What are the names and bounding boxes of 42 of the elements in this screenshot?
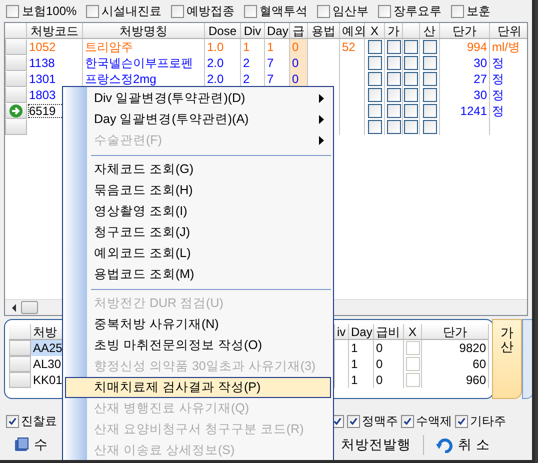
table-cell: 정 [490, 55, 527, 71]
table-cell: 정 [490, 71, 527, 87]
option-label: 진찰료 [21, 413, 57, 430]
table-cell: 한국넬슨이부프로펜 [83, 55, 205, 71]
table-cell: 1 [349, 340, 374, 356]
table-cell: 0 [374, 356, 404, 372]
table-cell: 1138 [27, 55, 83, 71]
table-cell: 정 [490, 103, 527, 119]
table-cell: 1 [349, 356, 374, 372]
table-cell: 1052 [27, 39, 83, 55]
filter-label: 보훈 [466, 3, 491, 20]
filter-label: 시설내진료 [102, 3, 162, 20]
table-cell: 30 [440, 87, 490, 103]
table-cell: 994 [440, 39, 490, 55]
table-cell: 0 [374, 340, 404, 356]
option-label: 수액제 [416, 413, 452, 430]
filter-label: 혈액투석 [260, 3, 308, 20]
table-cell: 960 [422, 372, 489, 388]
filter-label: 보험100% [22, 3, 77, 20]
table-cell: 트리암주 [83, 39, 205, 55]
option-label: 정맥주 [362, 413, 398, 430]
table-cell: 2.0 [205, 55, 241, 71]
table-cell: 0 [290, 71, 308, 87]
filter-label: 예방접종 [186, 3, 235, 20]
table-cell: 1.0 [205, 39, 241, 55]
table-cell: 30 [440, 55, 490, 71]
table-cell: 27 [440, 71, 490, 87]
table-cell: 0 [290, 39, 308, 55]
table-cell: 0 [374, 372, 404, 388]
table-cell: 정 [490, 87, 527, 103]
filter-label: 임산부 [332, 3, 369, 20]
table-cell: 2 [241, 55, 265, 71]
table-cell: 60 [422, 356, 489, 372]
table-cell: 1 [241, 39, 265, 55]
filter-label: 장루요루 [394, 3, 442, 20]
table-cell: 9820 [422, 340, 489, 356]
option-label: 기타주 [470, 413, 506, 430]
table-cell: 0 [290, 55, 308, 71]
table-cell: 1 [349, 372, 374, 388]
table-cell: 52 [340, 39, 365, 55]
table-cell: ml/병 [490, 39, 527, 55]
table-cell: 1241 [440, 103, 490, 119]
